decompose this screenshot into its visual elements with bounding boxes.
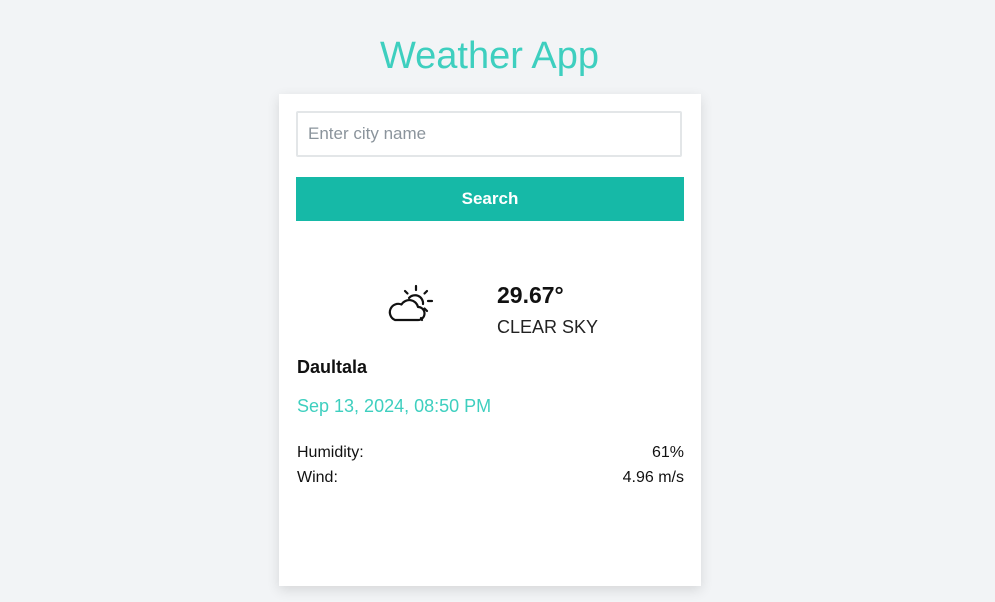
weather-card: Search 29.67° CLEAR SKY Daultala Sep 13,… [279,94,701,586]
weather-description: CLEAR SKY [497,317,599,337]
city-search-input[interactable] [296,111,682,157]
humidity-label: Humidity: [297,444,364,461]
partly-cloudy-icon [385,282,437,326]
humidity-value: 61% [651,444,684,461]
humidity-row: Humidity: 61% [297,441,684,465]
city-name: Daultala [297,357,368,377]
page-title: Weather App [379,35,599,77]
wind-value: 4.96 m/s [622,469,684,486]
wind-label: Wind: [297,469,338,486]
wind-row: Wind: 4.96 m/s [297,466,684,490]
temperature-value: 29.67° [497,282,564,308]
search-button[interactable]: Search [296,177,684,221]
date-time: Sep 13, 2024, 08:50 PM [297,396,492,416]
